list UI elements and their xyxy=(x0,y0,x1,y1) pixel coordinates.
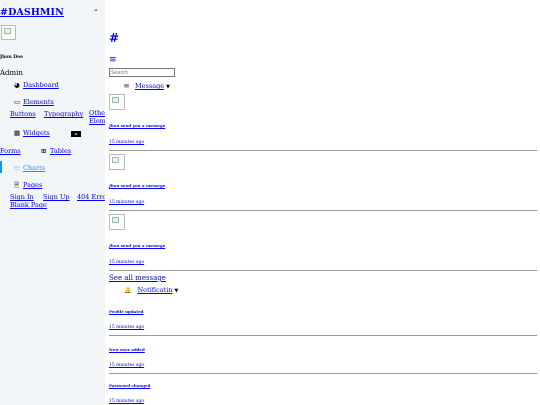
active-indicator xyxy=(0,161,2,173)
sidebar-toggle-icon[interactable]: ≡ xyxy=(109,55,117,65)
search-input[interactable] xyxy=(109,68,175,77)
keyboard-icon: ▬ xyxy=(71,131,81,137)
brand-logo[interactable]: #DASHMIN xyxy=(0,7,64,18)
nav-dashboard[interactable]: ◕ Dashboard xyxy=(14,81,59,89)
grid-icon: ▦ xyxy=(14,129,21,137)
see-all-messages-link[interactable]: See all message xyxy=(109,274,166,282)
topbar-brand-hash[interactable]: # xyxy=(109,31,119,45)
notification-title[interactable]: Password changed xyxy=(109,383,150,388)
divider xyxy=(109,373,537,374)
user-avatar xyxy=(1,25,16,40)
nav-tables-label: Tables xyxy=(50,147,72,155)
message-dropdown-label: Message xyxy=(135,82,165,90)
nav-buttons[interactable]: Buttons xyxy=(10,110,36,118)
nav-forms-label: Forms xyxy=(0,147,21,155)
chevron-down-icon: ▼ xyxy=(166,84,170,90)
message-title[interactable]: Jhon send you a message xyxy=(109,183,165,188)
nav-sign-up[interactable]: Sign Up xyxy=(43,193,70,201)
nav-forms[interactable]: Forms xyxy=(0,147,21,155)
nav-pages[interactable]: 🗎 Pages xyxy=(14,181,42,192)
file-icon: 🗎 xyxy=(14,181,20,189)
nav-widgets-label: Widgets xyxy=(23,129,50,137)
chevron-down-icon: ▼ xyxy=(174,288,179,294)
table-icon: ⊞ xyxy=(41,147,47,155)
nav-other-elements[interactable]: Other Elements xyxy=(89,109,105,125)
nav-charts[interactable]: 🗠 Charts xyxy=(14,164,45,175)
notification-time[interactable]: 15 minutes ago xyxy=(109,325,144,330)
nav-tables[interactable]: ⊞ Tables xyxy=(41,147,71,155)
divider xyxy=(109,335,537,336)
message-avatar xyxy=(109,214,125,230)
nav-dashboard-label: Dashboard xyxy=(23,81,59,89)
message-time[interactable]: 15 minutes ago xyxy=(109,140,144,145)
sidebar: #DASHMIN ⌄ Jhon Doe Admin ◕ Dashboard ▭ El… xyxy=(0,0,105,405)
chevron-down-icon[interactable]: ⌄ xyxy=(93,5,99,13)
divider xyxy=(109,210,537,211)
notification-title[interactable]: New user added xyxy=(109,347,145,352)
user-role: Admin xyxy=(0,69,23,77)
notification-time[interactable]: 15 minutes ago xyxy=(109,399,144,404)
dashboard-icon: ◕ xyxy=(14,81,20,89)
message-avatar xyxy=(109,94,125,110)
message-dropdown[interactable]: ✉ Message ▼ xyxy=(124,82,170,90)
divider xyxy=(109,270,537,271)
notification-dropdown-label: Notificatin xyxy=(137,286,173,294)
envelope-icon: ✉ xyxy=(124,83,130,90)
main-content: # ≡ ✉Message▼ Jhon send you a message 15… xyxy=(105,0,540,405)
brand-name: DASHMIN xyxy=(8,7,64,18)
message-avatar xyxy=(109,154,125,170)
divider xyxy=(109,150,537,151)
nav-typography[interactable]: Typography xyxy=(44,110,83,118)
nav-elements-label: Elements xyxy=(23,98,54,106)
nav-404[interactable]: 404 Error xyxy=(77,193,105,201)
message-title[interactable]: Jhon send you a message xyxy=(109,243,165,248)
nav-pages-label: Pages xyxy=(23,181,43,189)
notification-time[interactable]: 15 minutes ago xyxy=(109,363,144,368)
nav-charts-label: Charts xyxy=(23,164,46,172)
bell-icon: 🔔 xyxy=(124,287,132,294)
notification-title[interactable]: Profile updated xyxy=(109,309,143,314)
nav-blank-page[interactable]: Blank Page xyxy=(10,201,47,209)
brand-hash: # xyxy=(0,7,9,18)
message-time[interactable]: 15 minutes ago xyxy=(109,200,144,205)
notification-dropdown[interactable]: 🔔 Notificatin ▼ xyxy=(124,286,178,294)
message-title[interactable]: Jhon send you a message xyxy=(109,123,165,128)
message-time[interactable]: 15 minutes ago xyxy=(109,260,144,265)
nav-elements[interactable]: ▭ Elements xyxy=(14,98,54,106)
laptop-icon: ▭ xyxy=(14,98,21,106)
user-name: Jhon Doe xyxy=(0,55,24,60)
chart-icon: 🗠 xyxy=(14,164,21,172)
nav-widgets[interactable]: ▦ Widgets xyxy=(14,129,50,137)
nav-sign-in[interactable]: Sign In xyxy=(10,193,34,201)
